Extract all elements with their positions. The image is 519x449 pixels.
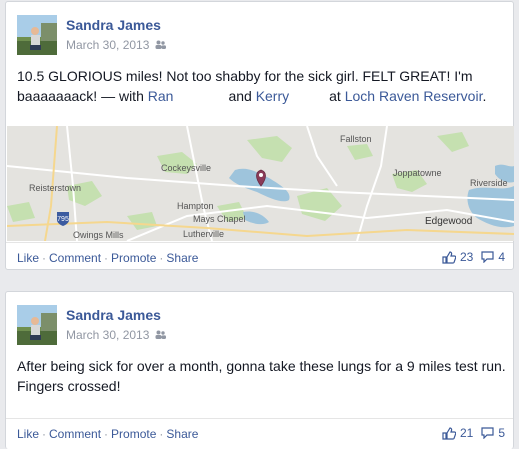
post-text-end: . <box>482 88 487 104</box>
like-link[interactable]: Like <box>17 251 39 265</box>
route-label: 795 <box>57 216 69 223</box>
location-map[interactable]: 795 Fallston Cockeysville Reisterstown H… <box>7 126 514 241</box>
post-date[interactable]: March 30, 2013 <box>66 328 149 342</box>
comment-count[interactable]: 5 <box>498 426 505 440</box>
post-actions-bar: Like · Comment · Promote · Share 21 5 <box>6 418 513 448</box>
share-link[interactable]: Share <box>166 251 198 265</box>
post-meta: March 30, 2013 <box>66 38 167 52</box>
author-name[interactable]: Sandra James <box>66 17 161 33</box>
friends-icon[interactable] <box>155 38 167 52</box>
map-label-edgewood: Edgewood <box>425 216 472 227</box>
map-label-hampton: Hampton <box>177 201 214 211</box>
map-label-fallston: Fallston <box>340 134 372 144</box>
separator: · <box>104 251 109 265</box>
avatar[interactable] <box>17 15 57 55</box>
share-link[interactable]: Share <box>166 427 198 441</box>
promote-link[interactable]: Promote <box>111 251 156 265</box>
post-text: After being sick for over a month, gonna… <box>17 358 506 394</box>
like-count[interactable]: 21 <box>460 426 473 440</box>
tagged-friend-2[interactable]: Kerry <box>256 88 289 104</box>
thumbs-up-icon[interactable] <box>442 250 456 264</box>
map-label-joppatowne: Joppatowne <box>393 168 442 178</box>
separator: · <box>159 427 164 441</box>
like-count[interactable]: 23 <box>460 250 473 264</box>
map-label-lutherville: Lutherville <box>183 229 224 239</box>
thumbs-up-icon[interactable] <box>442 426 456 440</box>
post-text: 10.5 GLORIOUS miles! Not too shabby for … <box>17 66 507 106</box>
post-actions-bar: Like · Comment · Promote · Share 23 4 <box>6 242 513 272</box>
post-text-at: at <box>329 88 345 104</box>
author-name[interactable]: Sandra James <box>66 307 161 323</box>
avatar[interactable] <box>17 305 57 345</box>
comment-bubble-icon[interactable] <box>481 427 494 439</box>
feed-post: Sandra James March 30, 2013 10.5 GLORIOU… <box>5 1 514 270</box>
promote-link[interactable]: Promote <box>111 427 156 441</box>
separator: · <box>104 427 109 441</box>
map-label-cockeysville: Cockeysville <box>161 163 211 173</box>
friends-icon[interactable] <box>155 328 167 342</box>
comment-count[interactable]: 4 <box>498 250 505 264</box>
tagged-friend-1[interactable]: Ran <box>148 88 174 104</box>
post-date[interactable]: March 30, 2013 <box>66 38 149 52</box>
feed-post: Sandra James March 30, 2013 After being … <box>5 291 514 449</box>
comment-link[interactable]: Comment <box>49 427 101 441</box>
separator: · <box>159 251 164 265</box>
map-label-reisterstown: Reisterstown <box>29 183 81 193</box>
post-text-and: and <box>228 88 256 104</box>
comment-link[interactable]: Comment <box>49 251 101 265</box>
like-link[interactable]: Like <box>17 427 39 441</box>
map-label-riverside: Riverside <box>470 178 508 188</box>
separator: · <box>42 427 47 441</box>
map-label-mays-chapel: Mays Chapel <box>193 214 246 224</box>
comment-bubble-icon[interactable] <box>481 251 494 263</box>
post-meta: March 30, 2013 <box>66 328 167 342</box>
place-link[interactable]: Loch Raven Reservoir <box>345 88 483 104</box>
map-label-owings-mills: Owings Mills <box>73 230 124 240</box>
separator: · <box>42 251 47 265</box>
